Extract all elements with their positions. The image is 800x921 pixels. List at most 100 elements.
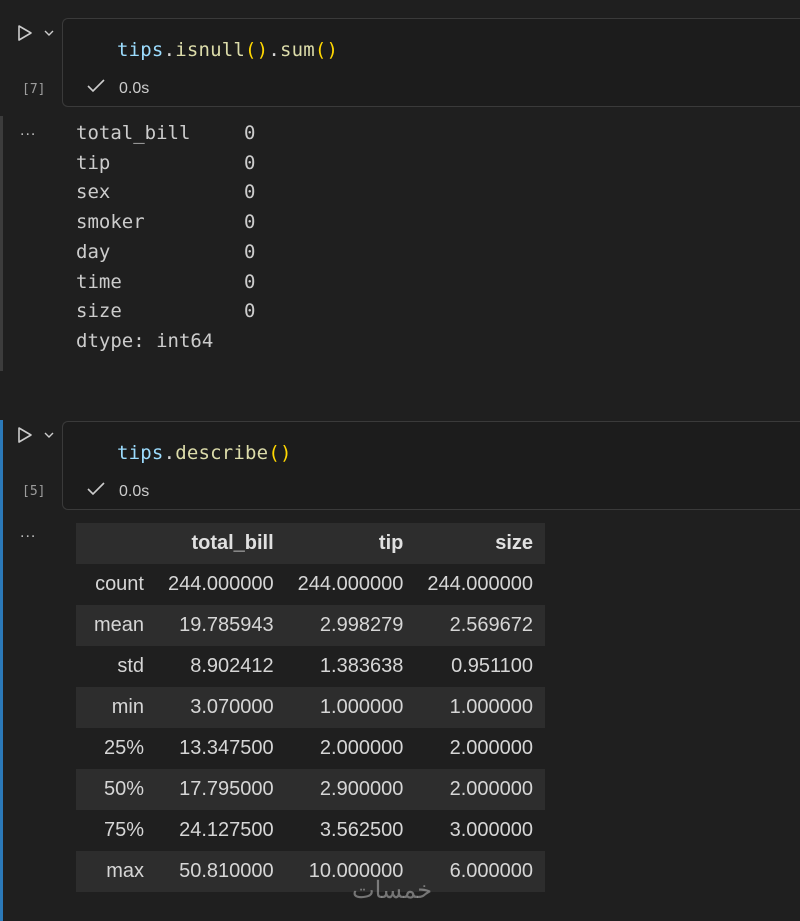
series-index: sex (76, 181, 111, 204)
table-row: 50% 17.795000 2.900000 2.000000 (76, 769, 546, 810)
code-cell-isnull[interactable]: [7] tips.isnull().sum() 0.0s ... total_b… (0, 0, 800, 375)
notebook: [7] tips.isnull().sum() 0.0s ... total_b… (0, 0, 800, 921)
check-icon (87, 482, 105, 501)
output-dtype: dtype: int64 (76, 329, 214, 352)
chevron-down-icon[interactable] (42, 428, 56, 442)
series-value: 0 (244, 270, 256, 293)
code-token-variable: tips (117, 39, 164, 61)
table-row: std 8.902412 1.383638 0.951100 (76, 646, 545, 687)
code-editor[interactable]: tips.describe() 0.0s (62, 421, 800, 510)
table-row: mean 19.785943 2.998279 2.569672 (76, 605, 546, 646)
output-line: size 0 (76, 297, 255, 327)
table-row: 25% 13.347500 2.000000 2.000000 (76, 728, 545, 769)
row-index: std (117, 655, 144, 677)
column-header: total_bill (191, 532, 274, 554)
table-cell: 6.000000 (449, 860, 534, 882)
output-line: smoker 0 (76, 208, 255, 238)
table-cell: 50.810000 (179, 860, 274, 882)
table-cell: 2.000000 (449, 737, 534, 759)
output-line: day 0 (76, 238, 255, 268)
code-token-parens: () (245, 39, 269, 61)
describe-table: total_bill tip size count 244.000000 244… (76, 523, 546, 892)
table-cell: 244.000000 (427, 573, 534, 595)
execution-time: 0.0s (119, 79, 150, 97)
code-editor[interactable]: tips.isnull().sum() 0.0s (62, 18, 800, 107)
code-token-dot: . (268, 39, 280, 61)
table-row: count 244.000000 244.000000 244.000000 (76, 564, 545, 605)
code-token-function: describe (175, 442, 269, 464)
table-row: 75% 24.127500 3.562500 3.000000 (76, 810, 545, 851)
output-text: total_bill 0 tip 0 sex 0 smoker 0 day 0 time 0 size 0… (76, 119, 255, 357)
code-token-parens: () (268, 442, 292, 464)
code-token-function: sum (279, 39, 315, 61)
execution-count: [7] (22, 82, 46, 97)
series-value: 0 (244, 122, 256, 144)
table-cell: 24.127500 (179, 819, 274, 841)
table-cell: 2.569672 (449, 614, 534, 636)
row-index: 50% (103, 778, 144, 800)
table-cell: 0.951100 (451, 655, 534, 677)
series-index: size (76, 300, 122, 323)
table-cell: 3.562500 (319, 819, 404, 841)
code-token-variable: tips (117, 442, 164, 464)
series-index: smoker (76, 211, 145, 234)
table-cell: 17.795000 (179, 778, 274, 800)
table-cell: 1.383638 (319, 655, 404, 677)
execution-time: 0.0s (119, 482, 150, 500)
table-cell: 244.000000 (297, 573, 404, 595)
code-token-dot: . (163, 442, 176, 464)
row-index: min (111, 696, 144, 718)
index-header (76, 523, 156, 564)
code-line[interactable]: tips.isnull().sum() (117, 39, 338, 61)
code-token-parens: () (314, 39, 339, 61)
table-cell: 8.902412 (190, 655, 274, 677)
output-line: time 0 (76, 268, 255, 298)
output-menu-icon[interactable]: ... (20, 122, 36, 140)
series-value: 0 (244, 240, 256, 263)
check-icon (87, 79, 105, 98)
output-menu-icon[interactable]: ... (20, 524, 36, 542)
row-index: 25% (103, 737, 144, 759)
series-index: day (76, 240, 111, 263)
series-value: 0 (244, 211, 256, 234)
row-index: count (95, 573, 144, 595)
cell-status: 0.0s (87, 482, 149, 501)
table-cell: 1.000000 (319, 696, 404, 718)
code-token-dot: . (163, 39, 176, 61)
row-index: mean (93, 614, 144, 636)
series-index: time (76, 270, 122, 293)
series-value: 0 (244, 300, 256, 323)
table-cell: 2.900000 (319, 778, 404, 800)
execution-count: [5] (22, 484, 46, 499)
chevron-down-icon[interactable] (42, 26, 56, 40)
output-line: tip 0 (76, 149, 255, 179)
series-index: total_bill (76, 122, 191, 144)
column-header: size (495, 532, 534, 554)
table-row: max 50.810000 10.000000 6.000000 (76, 851, 546, 892)
table-cell: 3.000000 (449, 819, 534, 841)
cell-status: 0.0s (87, 79, 149, 98)
output-line: sex 0 (76, 178, 255, 208)
column-header: tip (378, 532, 404, 554)
cell-focus-bar (0, 420, 3, 921)
series-value: 0 (244, 151, 256, 174)
table-cell: 244.000000 (168, 573, 274, 595)
code-cell-describe[interactable]: [5] tips.describe() 0.0s ... total_bill … (0, 418, 800, 921)
series-value: 0 (244, 181, 256, 204)
code-line[interactable]: tips.describe() (117, 442, 292, 464)
run-cell-icon[interactable] (14, 22, 36, 44)
table-cell: 19.785943 (179, 614, 274, 636)
table-cell: 3.070000 (190, 696, 274, 718)
table-cell: 2.000000 (449, 778, 534, 800)
table-cell: 13.347500 (179, 737, 274, 759)
table-cell: 2.998279 (319, 614, 404, 636)
table-row: min 3.070000 1.000000 1.000000 (76, 687, 546, 728)
run-cell-icon[interactable] (14, 424, 36, 446)
output-line: total_bill 0 (76, 119, 255, 149)
code-token-function: isnull (175, 39, 246, 61)
series-index: tip (76, 151, 111, 174)
table-cell: 2.000000 (319, 737, 404, 759)
table-cell: 10.000000 (308, 860, 404, 882)
row-index: 75% (103, 819, 144, 841)
row-index: max (106, 860, 144, 882)
